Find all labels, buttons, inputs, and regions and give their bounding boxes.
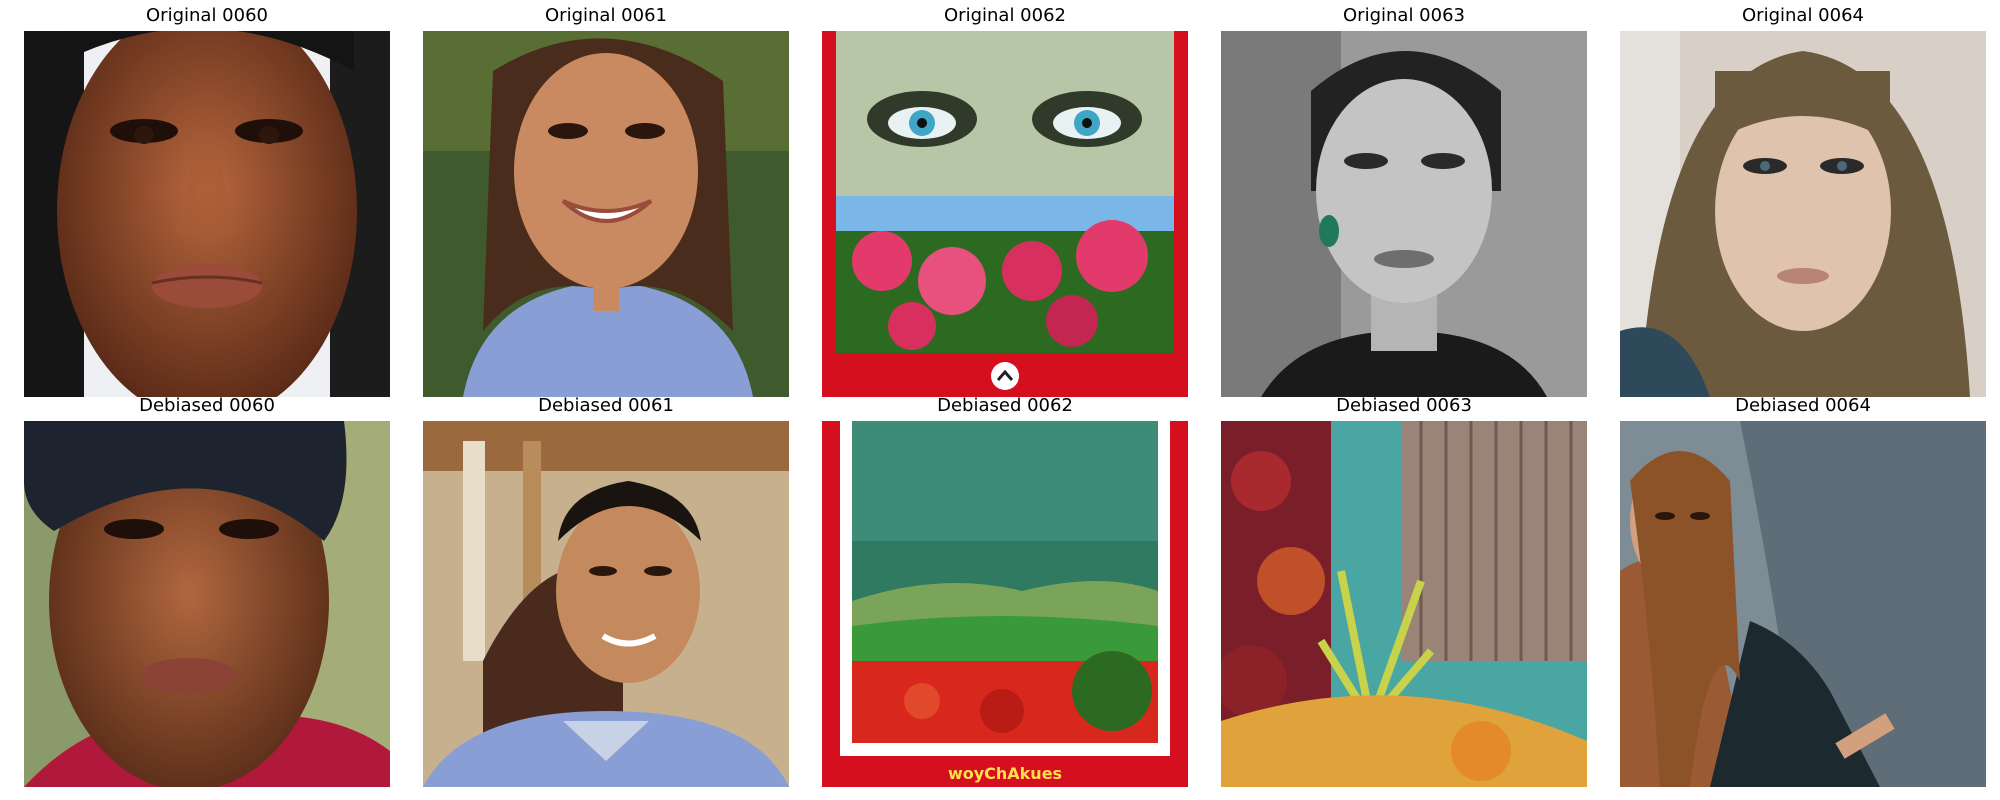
panel-title: Original 0062 <box>944 5 1066 26</box>
panel-title: Original 0060 <box>146 5 268 26</box>
panel-title: Debiased 0062 <box>937 395 1073 416</box>
poster-image: woyChAkues <box>822 421 1188 787</box>
portrait-image <box>1221 31 1587 397</box>
portrait-image <box>24 31 390 397</box>
scenery-image <box>1221 421 1587 787</box>
portrait-image <box>1620 421 1986 787</box>
portrait-image <box>24 421 390 787</box>
panel-title: Original 0064 <box>1742 5 1864 26</box>
panel-title: Debiased 0064 <box>1735 395 1871 416</box>
panel-title: Debiased 0061 <box>538 395 674 416</box>
image-grid: Original 0060 Original 0061 Original 006… <box>0 0 2000 800</box>
portrait-image <box>423 31 789 397</box>
poster-caption: woyChAkues <box>947 764 1063 783</box>
panel-title: Original 0061 <box>545 5 667 26</box>
poster-image <box>822 31 1188 397</box>
portrait-image <box>1620 31 1986 397</box>
portrait-image <box>423 421 789 787</box>
panel-title: Debiased 0060 <box>139 395 275 416</box>
panel-title: Debiased 0063 <box>1336 395 1472 416</box>
panel-title: Original 0063 <box>1343 5 1465 26</box>
